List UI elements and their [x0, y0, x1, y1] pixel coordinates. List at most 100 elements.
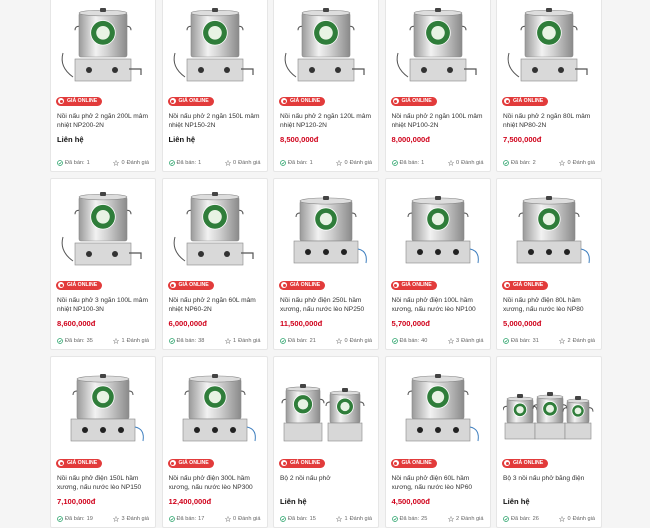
sold-count: Đã bán: 15	[280, 516, 316, 522]
sold-value: 1	[86, 160, 90, 166]
product-price: Liên hệ	[57, 134, 84, 144]
badge-label: GIÁ ONLINE	[290, 98, 321, 104]
product-image[interactable]	[163, 357, 267, 453]
rating-value: 3	[455, 338, 460, 344]
product-name[interactable]: Nồi nấu phở điện 300L hầm xương, nấu nướ…	[169, 475, 261, 493]
product-image[interactable]	[386, 0, 490, 91]
product-image[interactable]	[274, 179, 378, 275]
product-image[interactable]	[497, 0, 601, 91]
product-grid: GIÁ ONLINE Nồi nấu phở 2 ngăn 200L mâm n…	[50, 0, 602, 528]
badge-label: GIÁ ONLINE	[67, 460, 98, 466]
product-card-11[interactable]: GIÁ ONLINE Nồi nấu phở điện 150L hầm xươ…	[50, 356, 156, 528]
product-name[interactable]: Nồi nấu phở 2 ngăn 120L mâm nhiệt NP120-…	[280, 113, 372, 131]
product-meta: Đã bán: 17 0 Đánh giá	[168, 516, 261, 522]
rating-value: 0	[455, 160, 460, 166]
sold-count: Đã bán: 26	[503, 516, 539, 522]
star-icon	[224, 160, 231, 166]
product-card-5[interactable]: GIÁ ONLINE Nồi nấu phở 2 ngăn 80L mâm nh…	[496, 0, 602, 172]
star-icon	[113, 160, 120, 166]
product-name[interactable]: Nồi nấu phở 2 ngăn 60L mâm nhiệt NP60-2N	[169, 297, 261, 315]
product-card-6[interactable]: GIÁ ONLINE Nồi nấu phở 3 ngăn 100L mâm n…	[50, 178, 156, 350]
product-price: 4,500,000đ	[391, 496, 430, 506]
sold-count: Đã bán: 1	[391, 160, 424, 166]
rating-suffix: Đánh giá	[461, 338, 484, 344]
tag-icon	[392, 282, 399, 288]
rating-suffix: Đánh giá	[461, 516, 484, 522]
sold-value: 2	[532, 160, 536, 166]
product-meta: Đã bán: 25 2 Đánh giá	[391, 516, 484, 522]
product-card-12[interactable]: GIÁ ONLINE Nồi nấu phở điện 300L hầm xươ…	[161, 356, 268, 528]
product-card-4[interactable]: GIÁ ONLINE Nồi nấu phở 2 ngăn 100L mâm n…	[384, 0, 491, 172]
product-card-10[interactable]: GIÁ ONLINE Nồi nấu phở điện 80L hầm xươn…	[496, 178, 602, 350]
check-circle-icon	[57, 160, 63, 166]
product-image[interactable]	[497, 179, 601, 275]
product-card-9[interactable]: GIÁ ONLINE Nồi nấu phở điện 100L hầm xươ…	[384, 178, 491, 350]
sold-count: Đã bán: 19	[57, 516, 93, 522]
product-image[interactable]	[386, 357, 490, 453]
sold-count: Đã bán: 35	[57, 338, 93, 344]
rating-value: 1	[121, 338, 125, 344]
sold-prefix: Đã bán:	[511, 160, 531, 166]
product-name[interactable]: Nồi nấu phở 3 ngăn 100L mâm nhiệt NP100-…	[57, 297, 149, 315]
product-image[interactable]	[51, 357, 155, 453]
product-name[interactable]: Nồi nấu phở điện 60L hầm xương, nấu nước…	[392, 475, 484, 493]
product-card-14[interactable]: GIÁ ONLINE Nồi nấu phở điện 60L hầm xươn…	[384, 356, 491, 528]
badge-label: GIÁ ONLINE	[513, 98, 544, 104]
product-meta: Đã bán: 31 2 Đánh giá	[503, 338, 595, 344]
product-name[interactable]: Bộ 3 nồi nấu phở bằng điện	[503, 475, 595, 493]
star-icon	[224, 338, 231, 344]
check-circle-icon	[503, 516, 509, 522]
product-image[interactable]	[51, 179, 155, 275]
check-circle-icon	[168, 516, 175, 522]
product-image[interactable]	[51, 0, 155, 91]
tag-icon	[58, 282, 64, 288]
product-card-1[interactable]: GIÁ ONLINE Nồi nấu phở 2 ngăn 200L mâm n…	[50, 0, 156, 172]
product-card-13[interactable]: GIÁ ONLINE Bộ 2 nồi nấu phở Liên hệ Đã b…	[273, 356, 379, 528]
product-price: 8,600,000đ	[57, 318, 96, 328]
product-name[interactable]: Nồi nấu phở 2 ngăn 150L mâm nhiệt NP150-…	[169, 113, 261, 131]
product-card-15[interactable]: GIÁ ONLINE Bộ 3 nồi nấu phở bằng điện Li…	[496, 356, 602, 528]
sold-value: 19	[86, 516, 93, 522]
product-name[interactable]: Nồi nấu phở 2 ngăn 80L mâm nhiệt NP80-2N	[503, 113, 595, 131]
product-name[interactable]: Nồi nấu phở điện 80L hầm xương, nấu nước…	[503, 297, 595, 315]
product-image[interactable]	[163, 179, 267, 275]
rating-value: 0	[567, 516, 571, 522]
product-price: 7,100,000đ	[57, 496, 96, 506]
sold-value: 38	[198, 338, 205, 344]
product-image[interactable]	[163, 0, 267, 91]
online-price-badge: GIÁ ONLINE	[390, 458, 437, 468]
product-name[interactable]: Nồi nấu phở 2 ngăn 200L mâm nhiệt NP200-…	[57, 113, 149, 131]
product-image[interactable]	[274, 0, 378, 91]
product-name[interactable]: Nồi nấu phở điện 150L hầm xương, nấu nướ…	[57, 475, 149, 493]
check-circle-icon	[280, 338, 286, 344]
product-name[interactable]: Nồi nấu phở điện 100L hầm xương, nấu nướ…	[392, 297, 484, 315]
rating-count: 0 Đánh giá	[224, 516, 261, 522]
online-price-badge: GIÁ ONLINE	[279, 96, 326, 106]
product-card-3[interactable]: GIÁ ONLINE Nồi nấu phở 2 ngăn 120L mâm n…	[273, 0, 379, 172]
online-price-badge: GIÁ ONLINE	[56, 458, 103, 468]
product-name[interactable]: Bộ 2 nồi nấu phở	[280, 475, 372, 493]
product-image[interactable]	[497, 357, 601, 453]
check-circle-icon	[503, 160, 509, 166]
product-meta: Đã bán: 35 1 Đánh giá	[57, 338, 149, 344]
product-price: 5,700,000đ	[391, 318, 430, 328]
product-price: 12,400,000đ	[168, 496, 212, 506]
online-price-badge: GIÁ ONLINE	[390, 280, 437, 290]
tag-icon	[504, 98, 510, 104]
tag-icon	[169, 460, 176, 466]
sold-prefix: Đã bán:	[288, 160, 308, 166]
product-name[interactable]: Nồi nấu phở 2 ngăn 100L mâm nhiệt NP100-…	[392, 113, 484, 131]
product-meta: Đã bán: 1 0 Đánh giá	[391, 160, 484, 166]
product-card-2[interactable]: GIÁ ONLINE Nồi nấu phở 2 ngăn 150L mâm n…	[161, 0, 268, 172]
product-image[interactable]	[274, 357, 378, 453]
product-card-8[interactable]: GIÁ ONLINE Nồi nấu phở điện 250L hầm xươ…	[273, 178, 379, 350]
product-meta: Đã bán: 40 3 Đánh giá	[391, 338, 484, 344]
star-icon	[113, 516, 120, 522]
check-circle-icon	[280, 160, 286, 166]
product-card-7[interactable]: GIÁ ONLINE Nồi nấu phở 2 ngăn 60L mâm nh…	[161, 178, 268, 350]
product-name[interactable]: Nồi nấu phở điện 250L hầm xương, nấu nướ…	[280, 297, 372, 315]
rating-count: 3 Đánh giá	[113, 516, 149, 522]
rating-count: 0 Đánh giá	[224, 160, 261, 166]
product-image[interactable]	[386, 179, 490, 275]
sold-count: Đã bán: 21	[280, 338, 316, 344]
